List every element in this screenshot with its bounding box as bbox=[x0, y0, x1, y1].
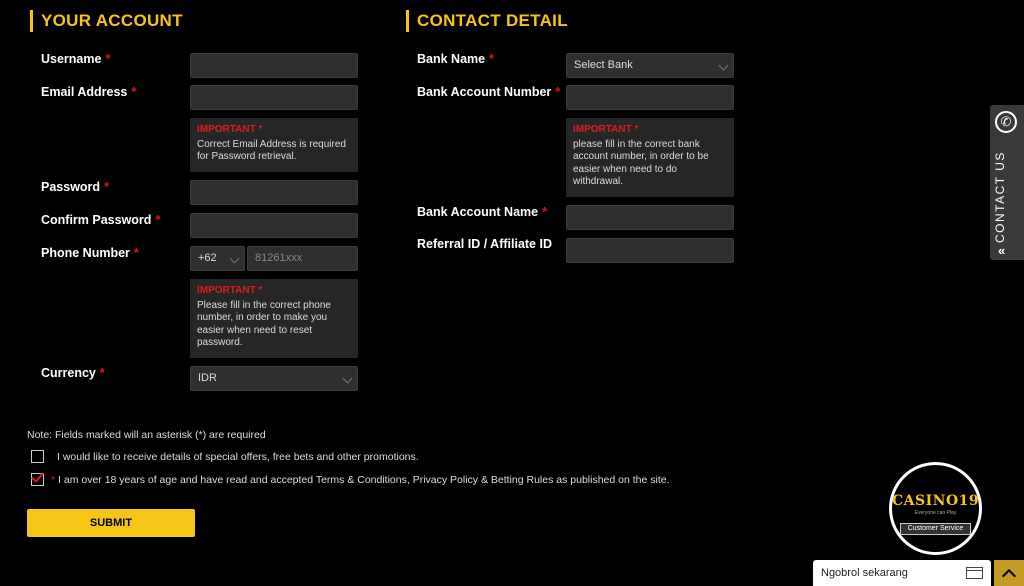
bank-select-value: Select Bank bbox=[574, 59, 633, 71]
contact-us-label: CONTACT US bbox=[993, 151, 1007, 243]
chevron-up-icon bbox=[1001, 568, 1017, 584]
phone-label: Phone Number * bbox=[41, 246, 139, 260]
password-label: Password * bbox=[41, 180, 109, 194]
chat-window-icon[interactable] bbox=[966, 567, 983, 579]
bank-name-label: Bank Name * bbox=[417, 52, 494, 66]
bank-account-number-input[interactable] bbox=[566, 85, 734, 110]
chevron-down-icon bbox=[718, 60, 729, 71]
scroll-top-button[interactable] bbox=[994, 560, 1024, 586]
customer-service-label: Customer Service bbox=[900, 523, 971, 535]
currency-value: IDR bbox=[198, 372, 217, 384]
double-chevron-left-icon: « bbox=[998, 243, 1006, 258]
bank-account-name-label: Bank Account Name * bbox=[417, 205, 547, 219]
required-asterisk: * bbox=[104, 180, 109, 194]
submit-button[interactable]: SUBMIT bbox=[27, 509, 195, 537]
referral-label: Referral ID / Affiliate ID bbox=[417, 237, 552, 251]
bank-note-text: please fill in the correct bank account … bbox=[573, 138, 709, 188]
email-label: Email Address * bbox=[41, 85, 137, 99]
bank-important-note: IMPORTANT * please fill in the correct b… bbox=[566, 118, 734, 197]
chat-label: Ngobrol sekarang bbox=[821, 567, 908, 579]
required-asterisk: * bbox=[489, 52, 494, 66]
phone-note-title: IMPORTANT * bbox=[197, 285, 263, 296]
promo-checkbox[interactable] bbox=[31, 450, 44, 463]
phone-placeholder: 81261xxx bbox=[255, 252, 303, 264]
terms-checkbox-label: * I am over 18 years of age and have rea… bbox=[51, 474, 670, 486]
currency-select[interactable]: IDR bbox=[190, 366, 358, 391]
username-label: Username * bbox=[41, 52, 111, 66]
bank-account-number-label: Bank Account Number * bbox=[417, 85, 561, 99]
referral-input[interactable] bbox=[566, 238, 734, 263]
email-note-text: Correct Email Address is required for Pa… bbox=[197, 138, 346, 163]
phone-icon: ✆ bbox=[995, 111, 1017, 133]
bank-select[interactable]: Select Bank bbox=[566, 53, 734, 78]
required-asterisk: * bbox=[542, 205, 547, 219]
bank-account-name-input[interactable] bbox=[566, 205, 734, 230]
required-asterisk: * bbox=[105, 52, 111, 66]
required-asterisk: * bbox=[99, 366, 105, 380]
required-asterisk: * bbox=[555, 85, 561, 99]
your-account-title: YOUR ACCOUNT bbox=[30, 10, 183, 32]
terms-checkbox[interactable] bbox=[30, 469, 45, 486]
required-asterisk: * bbox=[133, 246, 139, 260]
required-note: Note: Fields marked will an asterisk (*)… bbox=[27, 429, 266, 441]
confirm-password-label: Confirm Password * bbox=[41, 213, 161, 227]
currency-label: Currency * bbox=[41, 366, 105, 380]
phone-code-value: +62 bbox=[198, 252, 217, 264]
email-input[interactable] bbox=[190, 85, 358, 110]
logo-tagline: Everyone can Play bbox=[914, 510, 957, 516]
phone-code-select[interactable]: +62 bbox=[190, 246, 245, 271]
promo-checkbox-label: I would like to receive details of speci… bbox=[57, 451, 419, 463]
phone-number-input[interactable]: 81261xxx bbox=[247, 246, 358, 271]
phone-note-text: Please fill in the correct phone number,… bbox=[197, 299, 331, 349]
email-important-note: IMPORTANT * Correct Email Address is req… bbox=[190, 118, 358, 172]
username-input[interactable] bbox=[190, 53, 358, 78]
casino-logo-badge[interactable]: CASINO198 Everyone can Play Customer Ser… bbox=[889, 462, 982, 555]
logo-text: CASINO198 bbox=[892, 493, 982, 509]
chat-bar[interactable]: Ngobrol sekarang bbox=[813, 560, 991, 586]
confirm-password-input[interactable] bbox=[190, 213, 358, 238]
phone-important-note: IMPORTANT * Please fill in the correct p… bbox=[190, 279, 358, 358]
required-asterisk: * bbox=[155, 213, 161, 227]
required-asterisk: * bbox=[51, 474, 56, 486]
password-input[interactable] bbox=[190, 180, 358, 205]
check-icon bbox=[30, 469, 45, 483]
contact-us-tab[interactable]: ✆ CONTACT US « bbox=[990, 105, 1024, 260]
chevron-down-icon bbox=[342, 373, 353, 384]
chevron-down-icon bbox=[229, 253, 240, 264]
required-asterisk: * bbox=[131, 85, 137, 99]
bank-note-title: IMPORTANT * bbox=[573, 124, 639, 135]
email-note-title: IMPORTANT * bbox=[197, 124, 263, 135]
contact-detail-title: CONTACT DETAIL bbox=[406, 10, 568, 32]
